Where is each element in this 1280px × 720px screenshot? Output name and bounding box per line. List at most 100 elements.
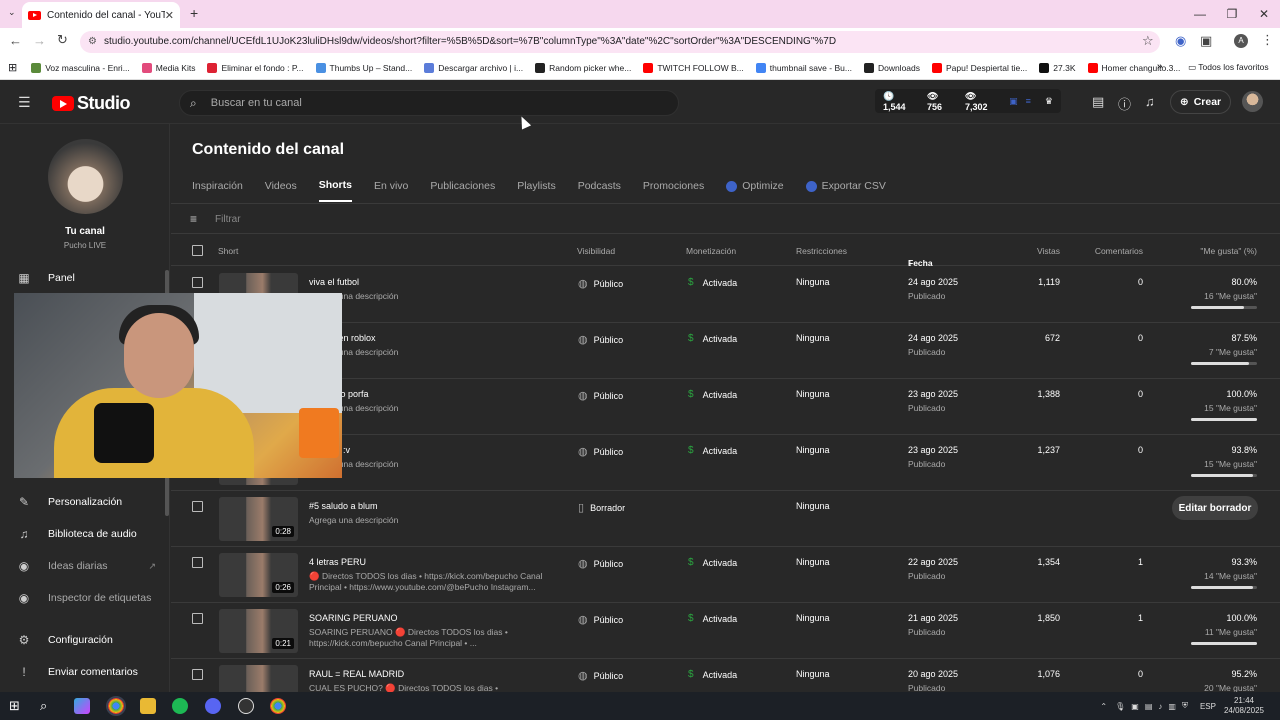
bookmark-item[interactable]: 27.3K xyxy=(1039,62,1076,73)
file-explorer-icon[interactable] xyxy=(140,698,156,714)
monetization-cell[interactable]: $ Activada xyxy=(688,669,737,680)
bookmark-item[interactable]: Voz masculina - Enri... xyxy=(31,62,130,73)
restore-icon[interactable]: ❐ xyxy=(1216,7,1248,21)
sidebar-item-dashboard[interactable]: ▦ Panel xyxy=(16,271,156,285)
visibility-cell[interactable]: ◍ Público xyxy=(578,389,623,402)
monetization-cell[interactable]: $ Activada xyxy=(688,277,737,288)
row-checkbox[interactable] xyxy=(192,669,203,680)
bookmark-star-icon[interactable]: ☆ xyxy=(1142,33,1154,49)
sidebar-item-feedback[interactable]: ! Enviar comentarios xyxy=(16,665,156,679)
comments-icon[interactable]: ▤ xyxy=(1092,94,1104,110)
tab-podcasts[interactable]: Podcasts xyxy=(578,179,621,202)
monetization-cell[interactable]: $ Activada xyxy=(688,445,737,456)
col-comments[interactable]: Comentarios xyxy=(1095,246,1143,256)
select-all-checkbox[interactable] xyxy=(192,245,203,256)
forward-icon[interactable]: → xyxy=(33,33,46,48)
tab-en-vivo[interactable]: En vivo xyxy=(374,179,408,202)
channel-search-bar[interactable]: ⌕ Buscar en tu canal xyxy=(179,90,679,116)
clock[interactable]: 21:44 24/08/2025 xyxy=(1224,696,1264,716)
row-checkbox[interactable] xyxy=(192,613,203,624)
short-title[interactable]: #5 saludo a blum xyxy=(309,501,378,511)
sidebar-item-tag-inspector[interactable]: ◉ Inspector de etiquetas xyxy=(16,591,156,605)
menu-hamburger-icon[interactable]: ☰ xyxy=(18,94,31,111)
row-checkbox[interactable] xyxy=(192,557,203,568)
filter-icon[interactable]: ≡ xyxy=(190,212,197,226)
obs-icon[interactable] xyxy=(238,698,254,714)
reload-icon[interactable]: ↻ xyxy=(57,32,68,48)
chrome-taskbar-icon[interactable] xyxy=(106,696,126,716)
tab-inspiración[interactable]: Inspiración xyxy=(192,179,243,202)
short-thumbnail[interactable]: 0:21 xyxy=(219,609,298,653)
bookmark-item[interactable]: Eliminar el fondo : P... xyxy=(207,62,304,73)
filter-bar[interactable]: ≡ Filtrar xyxy=(190,212,241,226)
table-row[interactable]: 0:26 4 letras PERU 🔴 Directos TODOS los di… xyxy=(171,547,1280,603)
row-checkbox[interactable] xyxy=(192,277,203,288)
new-tab-icon[interactable]: + xyxy=(190,5,198,21)
short-thumbnail[interactable]: 0:26 xyxy=(219,553,298,597)
close-window-icon[interactable]: ✕ xyxy=(1248,7,1280,21)
tab-publicaciones[interactable]: Publicaciones xyxy=(430,179,495,202)
visibility-cell[interactable]: ◍ Público xyxy=(578,557,623,570)
bookmarks-overflow-icon[interactable]: » xyxy=(1157,61,1163,72)
monetization-cell[interactable]: $ Activada xyxy=(688,333,737,344)
help-icon[interactable]: ⓘ xyxy=(1118,94,1131,113)
minimize-icon[interactable]: — xyxy=(1184,7,1216,21)
visibility-cell[interactable]: ◍ Público xyxy=(578,613,623,626)
table-row[interactable]: 0:21 SOARING PERUANO SOARING PERUANO 🔴 Dir… xyxy=(171,603,1280,659)
bookmark-item[interactable]: Papu! Despiertal tie... xyxy=(932,62,1027,73)
network-icon[interactable]: ▥ xyxy=(1168,702,1176,711)
filter-input[interactable]: Filtrar xyxy=(215,214,241,225)
search-input[interactable]: Buscar en tu canal xyxy=(211,97,302,109)
visibility-cell[interactable]: ◍ Público xyxy=(578,669,623,682)
edit-draft-button[interactable]: Editar borrador xyxy=(1172,496,1258,520)
tray-app-icon[interactable]: ▣ xyxy=(1131,702,1139,711)
col-views[interactable]: Vistas xyxy=(1037,246,1060,256)
extension-icon[interactable]: ◉ xyxy=(1175,33,1186,49)
row-checkbox[interactable] xyxy=(192,501,203,512)
tray-chevron-icon[interactable]: ⌃ xyxy=(1100,702,1107,711)
bookmark-item[interactable]: Random picker whe... xyxy=(535,62,631,73)
url-field[interactable]: ⚙ studio.youtube.com/channel/UCEfdL1UJoK… xyxy=(80,31,1160,53)
sort-lines-icon[interactable]: ≡ xyxy=(1026,96,1031,106)
bookmark-item[interactable]: TWITCH FOLLOW B... xyxy=(643,62,744,73)
monetization-cell[interactable]: $ Activada xyxy=(688,613,737,624)
tab-playlists[interactable]: Playlists xyxy=(517,179,556,202)
tab-videos[interactable]: Videos xyxy=(265,179,297,202)
bookmark-item[interactable]: Media Kits xyxy=(141,62,195,73)
account-avatar[interactable] xyxy=(1242,91,1263,112)
bookmark-item[interactable]: Descargar archivo | i... xyxy=(424,62,523,73)
col-likes[interactable]: "Me gusta" (%) xyxy=(1200,246,1257,256)
monetization-cell[interactable]: $ Activada xyxy=(688,389,737,400)
security-icon[interactable]: ⛨ xyxy=(1182,701,1188,711)
tab-list-chevron-icon[interactable]: ⌄ xyxy=(8,7,16,18)
browser-tab[interactable]: Contenido del canal - YouTube ✕ xyxy=(22,2,180,28)
trophy-icon[interactable]: ♛ xyxy=(1045,96,1053,107)
col-visibility[interactable]: Visibilidad xyxy=(577,246,615,256)
close-tab-icon[interactable]: ✕ xyxy=(165,9,174,22)
copilot-icon[interactable] xyxy=(74,698,90,714)
tab-exportar-csv[interactable]: Exportar CSV xyxy=(805,179,886,202)
sidebar-item-settings[interactable]: ⚙ Configuración xyxy=(16,633,156,647)
mic-icon[interactable]: 🎙 xyxy=(1115,702,1125,711)
bookmark-item[interactable]: Downloads xyxy=(863,62,920,73)
browser-menu-icon[interactable]: ⋮ xyxy=(1261,32,1274,48)
col-monetization[interactable]: Monetización xyxy=(686,246,736,256)
short-title[interactable]: viva el futbol xyxy=(309,277,359,287)
bookmark-item[interactable]: Homer changuito.3... xyxy=(1087,62,1180,73)
visibility-cell[interactable]: ◍ Público xyxy=(578,333,623,346)
site-info-icon[interactable]: ⚙ xyxy=(88,31,97,53)
monetization-cell[interactable]: $ Activada xyxy=(688,557,737,568)
volume-icon[interactable]: ♪ xyxy=(1158,702,1162,711)
language-indicator[interactable]: ESP xyxy=(1200,702,1216,711)
back-icon[interactable]: ← xyxy=(9,33,22,48)
discord-icon[interactable] xyxy=(205,698,221,714)
tab-promociones[interactable]: Promociones xyxy=(643,179,704,202)
extensions-puzzle-icon[interactable]: ▣ xyxy=(1200,33,1212,49)
channel-avatar[interactable] xyxy=(48,139,123,214)
visibility-cell[interactable]: ◍ Público xyxy=(578,445,623,458)
visibility-cell[interactable]: ▯ Borrador xyxy=(578,501,625,514)
short-title[interactable]: RAUL = REAL MADRID xyxy=(309,669,404,679)
sidebar-item-audio-library[interactable]: ♫ Biblioteca de audio xyxy=(16,527,156,541)
sidebar-item-ideas[interactable]: ◉ Ideas diarias ↗ xyxy=(16,559,156,573)
sidebar-item-customization[interactable]: ✎ Personalización xyxy=(16,495,156,509)
